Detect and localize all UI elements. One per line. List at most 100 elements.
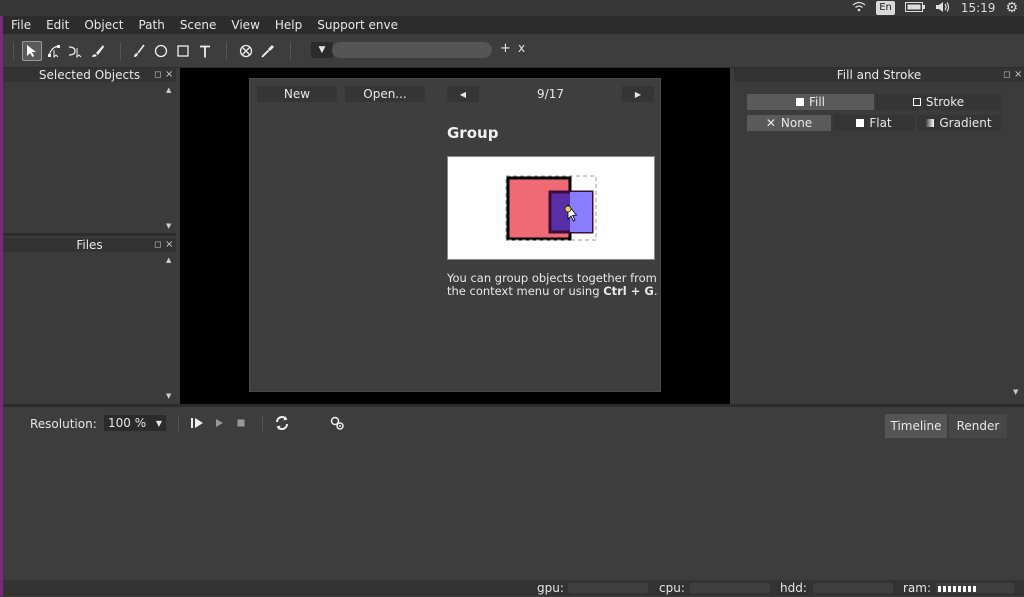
ram-usage-bar [936,583,1014,593]
gear-icon[interactable]: ⚙ [1005,0,1018,16]
toolbar-separator [120,42,121,60]
cpu-label: cpu: [659,581,685,595]
fill-none-button[interactable]: ✕ None [747,115,831,131]
gradient-label: Gradient [939,116,992,130]
next-tip-button[interactable]: ▶ [622,86,654,102]
layer-name-field[interactable] [332,42,492,58]
panel-splitter[interactable] [3,233,176,236]
undock-icon[interactable]: ◻ [154,70,161,80]
previous-tip-button[interactable]: ◀ [447,86,479,102]
cpu-usage-bar [690,583,770,593]
none-label: None [780,116,813,130]
toolbar-separator [13,42,14,60]
tip-title: Group [447,124,499,142]
files-title: Files [76,238,103,252]
remove-layer-button[interactable]: x [518,41,525,55]
node-tool-icon[interactable] [44,41,64,61]
close-icon[interactable]: × [165,239,173,250]
resolution-label: Resolution: [30,417,97,431]
files-title-bar: Files [3,238,176,252]
gpu-label: gpu: [537,581,564,595]
rectangle-tool-icon[interactable] [173,41,193,61]
layer-combo-dropdown[interactable]: ▼ [311,42,333,58]
volume-icon[interactable] [935,1,951,16]
toolbar-separator [226,42,227,60]
tip-description: You can group objects together from the … [447,272,662,298]
stroke-tab-label: Stroke [925,95,965,109]
new-button[interactable]: New [257,86,337,102]
menu-file[interactable]: File [3,18,38,32]
color-picker-tool-icon[interactable] [258,41,278,61]
scroll-up-icon[interactable]: ▲ [166,256,171,264]
refresh-icon[interactable] [272,413,292,433]
circle-tool-icon[interactable] [151,41,171,61]
scroll-down-icon[interactable]: ▼ [166,392,171,400]
hdd-label: hdd: [780,581,807,595]
toolbar-separator [262,415,263,431]
audio-settings-icon[interactable] [327,413,347,433]
render-tab[interactable]: Render [949,414,1007,438]
menu-bar: File Edit Object Path Scene View Help Su… [3,16,1024,34]
flat-label: Flat [869,116,892,130]
menu-view[interactable]: View [223,18,266,32]
scroll-down-icon[interactable]: ▼ [166,222,171,230]
paint-tool-icon[interactable] [88,41,108,61]
left-dock [3,68,176,404]
tip-page-indicator: 9/17 [537,87,564,101]
tip-shortcut: Ctrl + G [603,284,654,298]
clock[interactable]: 15:19 [961,1,996,15]
fill-gradient-button[interactable]: Gradient [917,115,1001,131]
none-x-icon: ✕ [765,116,776,130]
fill-stroke-title-bar: Fill and Stroke [734,68,1024,82]
fill-flat-button[interactable]: Flat [833,115,915,131]
toolbar-separator [178,415,179,431]
resolution-value: 100 % [108,416,147,430]
fill-square-icon [795,98,804,106]
undock-icon[interactable]: ◻ [1003,70,1010,80]
close-icon[interactable]: × [165,69,173,80]
stroke-tab[interactable]: Stroke [876,94,1001,110]
tip-illustration [447,156,655,260]
scroll-up-icon[interactable]: ▲ [166,86,171,94]
select-tool-icon[interactable] [22,41,42,61]
flat-square-icon [856,119,865,127]
menu-help[interactable]: Help [267,18,309,32]
hdd-usage-bar [813,583,893,593]
add-layer-button[interactable]: + [500,41,511,56]
gradient-square-icon [926,119,935,127]
toolbar-separator [290,42,291,60]
null-object-tool-icon[interactable] [236,41,256,61]
bend-tool-icon[interactable] [66,41,86,61]
tip-text-end: . [653,284,658,298]
chevron-down-icon: ▼ [155,418,162,428]
menu-support[interactable]: Support enve [309,18,405,32]
battery-icon[interactable] [904,1,925,15]
ram-usage-fill [938,586,976,592]
timeline-tab[interactable]: Timeline [885,414,947,438]
ram-label: ram: [903,581,932,595]
wifi-icon[interactable] [852,1,866,15]
resolution-dropdown[interactable]: 100 % ▼ [104,415,166,431]
menu-path[interactable]: Path [130,18,171,32]
selected-objects-title: Selected Objects [38,68,141,82]
scroll-down-icon[interactable]: ▼ [1013,388,1018,396]
system-tray: En 15:19 ⚙ [852,0,1024,16]
undock-icon[interactable]: ◻ [154,240,161,250]
fill-tab[interactable]: Fill [747,94,874,110]
fill-stroke-title: Fill and Stroke [836,68,922,82]
fill-tab-label: Fill [808,95,826,109]
play-preview-icon[interactable] [187,413,207,433]
keyboard-language-indicator[interactable]: En [876,1,895,15]
stop-icon[interactable] [231,413,251,433]
menu-edit[interactable]: Edit [38,18,76,32]
menu-object[interactable]: Object [76,18,130,32]
play-icon[interactable] [209,413,229,433]
menu-scene[interactable]: Scene [172,18,224,32]
stroke-square-icon [912,98,921,106]
brush-tool-icon[interactable] [129,41,149,61]
text-tool-icon[interactable] [195,41,215,61]
close-icon[interactable]: × [1014,69,1022,80]
selected-objects-title-bar: Selected Objects [3,68,176,82]
gpu-usage-bar [568,583,648,593]
open-button[interactable]: Open... [345,86,425,102]
